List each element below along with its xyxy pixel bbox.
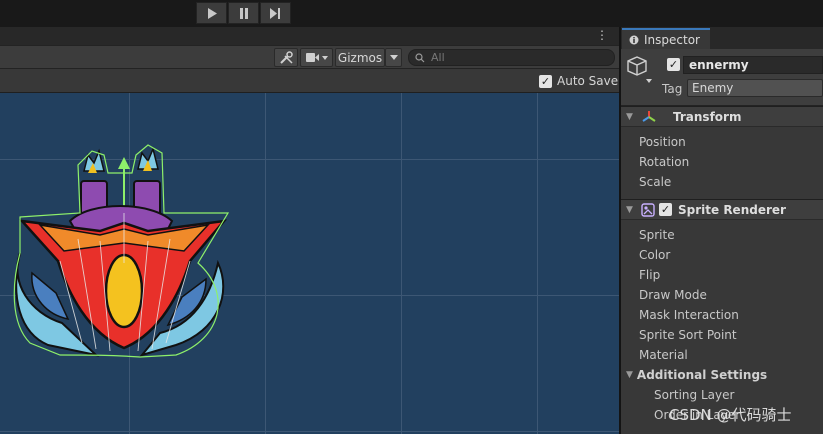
play-controls [196, 2, 291, 24]
active-checkbox[interactable]: ✓ [667, 58, 680, 71]
scene-search-input[interactable]: All [408, 49, 615, 66]
enemy-sprite[interactable] [0, 93, 619, 434]
tab-inspector[interactable]: Inspector [622, 28, 710, 49]
prop-scale: Scale [639, 175, 672, 189]
panel-menu-button[interactable]: ⋮ [596, 29, 608, 41]
sprite-renderer-icon [641, 202, 655, 217]
step-icon [270, 7, 280, 19]
prop-color: Color [639, 248, 671, 262]
scene-viewport[interactable] [0, 93, 619, 434]
foldout-arrow-icon[interactable]: ▼ [626, 112, 635, 122]
play-icon [207, 7, 217, 19]
tag-label: Tag [662, 82, 683, 96]
prop-rotation: Rotation [639, 155, 690, 169]
search-placeholder: All [431, 51, 445, 64]
scene-subbar: ✓ Auto Save [0, 69, 619, 93]
transform-icon [642, 110, 656, 122]
gameobject-cube-icon[interactable] [626, 55, 656, 85]
prop-flip: Flip [639, 268, 661, 282]
play-toolbar [0, 0, 823, 27]
foldout-arrow-icon[interactable]: ▼ [626, 205, 635, 215]
step-button[interactable] [260, 2, 291, 24]
additional-settings-label: Additional Settings [636, 368, 768, 382]
camera-settings-button[interactable] [300, 48, 333, 67]
scene-toolbar: Gizmos All [0, 45, 619, 69]
transform-header[interactable]: ▼ Transform [621, 106, 823, 127]
object-name-input[interactable]: ennermy [683, 56, 823, 74]
prop-position: Position [639, 135, 686, 149]
prop-sprite-sort-point: Sprite Sort Point [639, 328, 737, 342]
prop-sorting-layer: Sorting Layer [654, 388, 735, 402]
pause-icon [239, 7, 248, 19]
scene-tabstrip: ⋮ [0, 27, 619, 45]
info-icon [629, 35, 639, 44]
prop-material: Material [639, 348, 688, 362]
inspector-panel: Inspector ✓ ennermy Tag Enemy ▼ Transfor… [621, 27, 823, 434]
inspector-tabstrip: Inspector [621, 27, 823, 49]
tools-icon [279, 51, 293, 64]
gizmos-button[interactable]: Gizmos [335, 48, 385, 67]
auto-save-checkbox[interactable]: ✓ [539, 74, 552, 88]
pause-button[interactable] [228, 2, 259, 24]
additional-settings-foldout[interactable]: ▼ Additional Settings [626, 368, 767, 382]
prop-sprite: Sprite [639, 228, 675, 242]
scene-panel: ⋮ Gizmos All ✓ Auto Save [0, 27, 619, 434]
tab-inspector-label: Inspector [644, 32, 700, 47]
prop-mask-interaction: Mask Interaction [639, 308, 739, 322]
gizmos-dropdown[interactable] [385, 48, 402, 67]
sprite-renderer-header[interactable]: ▼ ✓ Sprite Renderer [621, 199, 823, 220]
sprite-renderer-enabled-checkbox[interactable]: ✓ [659, 203, 672, 216]
auto-save-toggle[interactable]: ✓ Auto Save [539, 74, 618, 88]
sprite-renderer-title: Sprite Renderer [678, 202, 786, 217]
tools-button[interactable] [274, 48, 298, 67]
chevron-down-icon [389, 55, 398, 60]
tag-dropdown[interactable]: Enemy [687, 79, 823, 97]
camera-icon [305, 53, 328, 62]
inspector-object-header: ✓ ennermy Tag Enemy [621, 49, 823, 106]
prop-draw-mode: Draw Mode [639, 288, 707, 302]
transform-title: Transform [673, 109, 742, 124]
watermark: CSDN @代码骑士 [669, 406, 792, 424]
auto-save-label: Auto Save [557, 74, 619, 88]
foldout-arrow-icon[interactable]: ▼ [626, 370, 633, 380]
search-icon [415, 52, 425, 62]
play-button[interactable] [196, 2, 227, 24]
